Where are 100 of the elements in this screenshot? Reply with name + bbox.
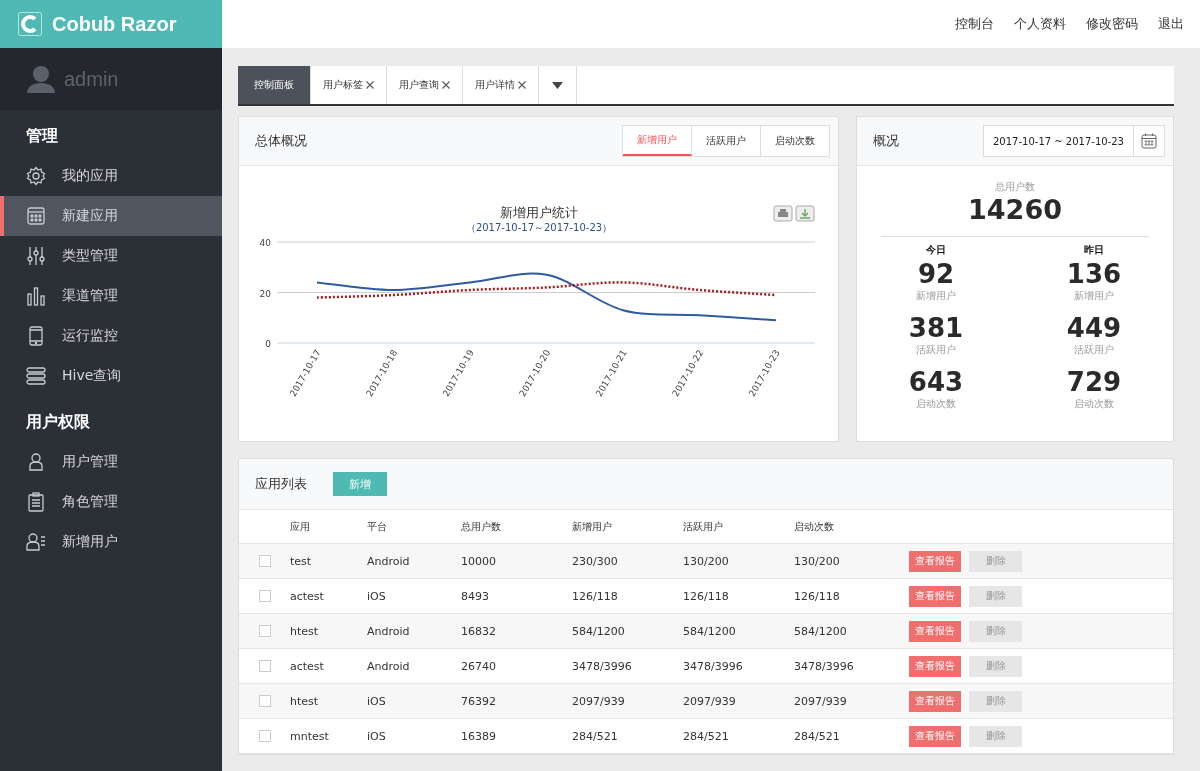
download-icon[interactable]	[795, 205, 815, 222]
stat-value: 381	[908, 313, 964, 343]
table-cell-text: iOS	[367, 589, 387, 603]
close-icon[interactable]	[518, 81, 526, 89]
stat-label: 活跃用户	[916, 343, 956, 357]
sidebar-section-title: 管理	[25, 125, 59, 147]
table-cell-text: actest	[290, 659, 325, 673]
row-checkbox[interactable]	[258, 730, 271, 742]
sidebar-item[interactable]: 我的应用	[0, 156, 222, 196]
table-cell-text: 16832	[461, 624, 497, 638]
stat-label: 总用户数	[994, 180, 1036, 194]
column-header: 活跃用户	[683, 519, 724, 534]
table-cell-text: 584/1200	[683, 624, 737, 638]
column-header: 总用户数	[461, 519, 502, 534]
top-nav-link[interactable]: 个人资料	[1014, 15, 1066, 33]
table-cell-text: mntest	[290, 729, 330, 743]
table-cell-text: 2097/939	[683, 694, 737, 708]
stat-value: 14260	[967, 194, 1063, 226]
column-header: 新增用户	[572, 519, 613, 534]
table-cell-text: 126/118	[794, 589, 841, 603]
table-cell-text: actest	[290, 589, 325, 603]
y-tick-label: 20	[259, 288, 271, 299]
table-cell-text: 130/200	[683, 554, 730, 568]
stat-value: 643	[908, 367, 964, 397]
tab-label: 控制面板	[254, 78, 294, 92]
segment-tab[interactable]: 活跃用户	[692, 126, 761, 156]
chart-subtitle: （2017-10-17～2017-10-23）	[465, 222, 613, 233]
chart-title: 新增用户统计	[500, 205, 578, 220]
table-cell-text: 230/300	[572, 554, 619, 568]
column-header: 应用	[290, 519, 311, 534]
print-icon[interactable]	[773, 205, 793, 222]
stat-label: 新增用户	[916, 289, 956, 303]
table-cell-text: 8493	[461, 589, 490, 603]
segment-tab[interactable]: 新增用户	[623, 126, 692, 156]
table-cell-text: 10000	[461, 554, 497, 568]
table-cell-text: 126/118	[683, 589, 730, 603]
table-cell-text: test	[290, 554, 313, 568]
sidebar-item[interactable]: 角色管理	[0, 482, 222, 522]
sidebar-item[interactable]: Hive查询	[0, 356, 222, 396]
table-cell-text: Android	[367, 554, 411, 568]
sidebar-icon	[26, 366, 46, 386]
row-checkbox[interactable]	[258, 590, 271, 602]
top-nav-link[interactable]: 控制台	[955, 15, 994, 33]
sidebar-icon	[26, 452, 46, 472]
top-nav-link[interactable]: 修改密码	[1086, 15, 1138, 33]
table-cell-text: iOS	[367, 729, 387, 743]
stat-label: 新增用户	[1074, 289, 1114, 303]
stat-value: 729	[1066, 367, 1122, 397]
top-nav-link[interactable]: 退出	[1158, 15, 1184, 33]
table-cell-text: 2097/939	[572, 694, 626, 708]
sidebar-icon	[26, 532, 46, 552]
page-tab[interactable]: 控制面板	[238, 66, 311, 104]
table-cell-text: 584/1200	[572, 624, 626, 638]
sidebar-icon	[26, 492, 46, 512]
table-cell-text: 76392	[461, 694, 497, 708]
user-icon	[26, 65, 56, 93]
close-icon[interactable]	[442, 81, 450, 89]
segment-tab[interactable]: 启动次数	[761, 126, 829, 156]
sidebar-item[interactable]: 新建应用	[0, 196, 222, 236]
column-header: 启动次数	[794, 519, 835, 534]
table-cell-text: 26740	[461, 659, 497, 673]
table-cell-text: htest	[290, 624, 320, 638]
sidebar-item[interactable]: 新增用户	[0, 522, 222, 562]
panel-title: 概况	[873, 132, 899, 150]
table-cell-text: 584/1200	[794, 624, 848, 638]
table-cell-text: 284/521	[794, 729, 841, 743]
brand-name: Cobub Razor	[52, 12, 177, 36]
table-cell-text: Android	[367, 624, 411, 638]
row-checkbox[interactable]	[258, 695, 271, 707]
row-checkbox[interactable]	[258, 660, 271, 672]
table-cell-text: 16389	[461, 729, 497, 743]
sidebar-item[interactable]: 用户管理	[0, 442, 222, 482]
sidebar-item[interactable]: 运行监控	[0, 316, 222, 356]
table-cell-text: 284/521	[572, 729, 619, 743]
sidebar-item[interactable]: 类型管理	[0, 236, 222, 276]
panel-title: 总体概况	[255, 132, 307, 150]
row-checkbox[interactable]	[258, 625, 271, 637]
sidebar-icon	[26, 286, 46, 306]
y-tick-label: 0	[265, 339, 271, 349]
caret-icon	[552, 81, 563, 89]
table-cell-text: 3478/3996	[683, 659, 744, 673]
y-tick-label: 40	[259, 238, 271, 248]
stat-label: 启动次数	[916, 397, 956, 411]
table-cell-text: 130/200	[794, 554, 841, 568]
sidebar-icon	[26, 166, 46, 186]
calendar-icon[interactable]	[1141, 133, 1157, 149]
table-cell-text: htest	[290, 694, 320, 708]
column-heading: 昨日	[1084, 243, 1104, 257]
panel-title: 应用列表	[255, 475, 307, 493]
column-header: 平台	[367, 519, 388, 534]
logo-icon	[18, 12, 42, 36]
table-cell-text: Android	[367, 659, 411, 673]
column-heading: 今日	[926, 243, 946, 257]
tab-label: 用户详情	[475, 78, 515, 92]
date-range-field[interactable]: 2017-10-17 ~ 2017-10-23	[983, 125, 1165, 157]
stat-label: 启动次数	[1074, 397, 1114, 411]
user-name: admin	[64, 67, 119, 91]
row-checkbox[interactable]	[258, 555, 271, 567]
close-icon[interactable]	[366, 81, 374, 89]
sidebar-item[interactable]: 渠道管理	[0, 276, 222, 316]
